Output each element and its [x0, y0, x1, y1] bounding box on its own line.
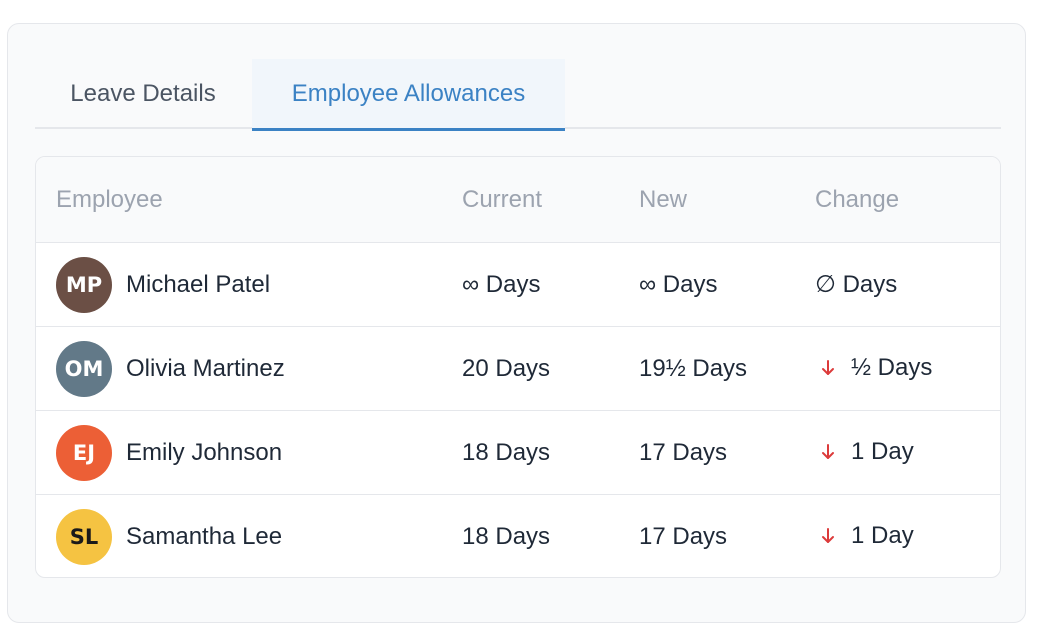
allowances-card: Leave Details Employee Allowances Employ…	[7, 23, 1026, 623]
header-change: Change	[815, 186, 900, 213]
change-cell: 1 Day	[815, 495, 914, 577]
current-allowance: ∞ Days	[462, 271, 541, 298]
avatar: OM	[56, 341, 112, 397]
tab-employee-allowances[interactable]: Employee Allowances	[252, 59, 565, 131]
avatar: EJ	[56, 425, 112, 481]
avatar: SL	[56, 509, 112, 565]
table-header: Employee Current New Change	[36, 157, 1000, 243]
new-allowance: 19½ Days	[639, 355, 748, 382]
employee-name: Samantha Lee	[126, 523, 283, 550]
header-current: Current	[462, 186, 543, 213]
new-allowance: ∞ Days	[639, 271, 718, 298]
table-row: EJ Emily Johnson 18 Days 17 Days 1 Day	[36, 411, 1000, 495]
table-row: MP Michael Patel ∞ Days ∞ Days ∅ Days	[36, 243, 1000, 327]
header-employee: Employee	[56, 186, 163, 213]
employee-name: Emily Johnson	[126, 439, 283, 466]
arrow-down-icon	[822, 528, 834, 543]
current-allowance: 18 Days	[462, 523, 551, 550]
allowances-table: Employee Current New Change MP Michael P…	[35, 156, 1001, 578]
header-new: New	[639, 186, 688, 213]
new-allowance: 17 Days	[639, 439, 728, 466]
arrow-down-icon	[822, 360, 834, 375]
table-row: SL Samantha Lee 18 Days 17 Days 1 Day	[36, 495, 1000, 577]
current-allowance: 20 Days	[462, 355, 551, 382]
table-row: OM Olivia Martinez 20 Days 19½ Days ½ Da…	[36, 327, 1000, 411]
change-value: ½ Days	[851, 354, 933, 381]
change-value: ∅ Days	[815, 271, 898, 298]
new-allowance: 17 Days	[639, 523, 728, 550]
change-value: 1 Day	[851, 522, 914, 549]
change-cell: ½ Days	[815, 327, 932, 409]
employee-name: Olivia Martinez	[126, 355, 285, 382]
change-cell: 1 Day	[815, 411, 914, 493]
change-value: 1 Day	[851, 438, 914, 465]
arrow-down-icon	[822, 444, 834, 459]
current-allowance: 18 Days	[462, 439, 551, 466]
avatar: MP	[56, 257, 112, 313]
tab-bar: Leave Details Employee Allowances	[35, 59, 1001, 131]
employee-name: Michael Patel	[126, 271, 271, 298]
tab-leave-details[interactable]: Leave Details	[35, 59, 251, 129]
